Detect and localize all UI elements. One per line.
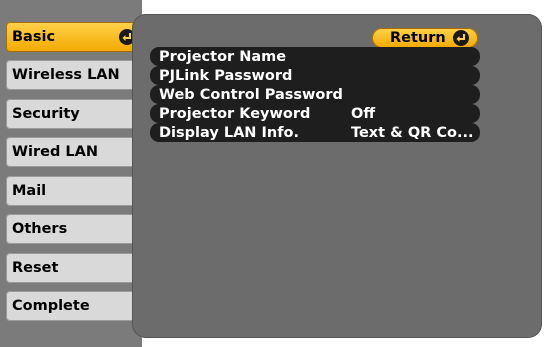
settings-sidebar: Basic Wireless LAN Security Wired LAN Ma… bbox=[0, 0, 142, 347]
menu-item-projector-name[interactable]: Projector Name bbox=[150, 47, 480, 66]
menu-item-projector-keyword[interactable]: Projector Keyword Off bbox=[150, 104, 480, 123]
sidebar-item-label: Basic bbox=[12, 29, 56, 45]
menu-item-label: PJLink Password bbox=[159, 67, 293, 84]
return-button[interactable]: Return bbox=[372, 28, 478, 48]
sidebar-item-complete[interactable]: Complete bbox=[6, 291, 140, 321]
sidebar-item-label: Wired LAN bbox=[12, 144, 98, 160]
sidebar-item-others[interactable]: Others bbox=[6, 214, 140, 244]
sidebar-item-mail[interactable]: Mail bbox=[6, 176, 140, 206]
sidebar-item-label: Reset bbox=[12, 260, 59, 276]
sidebar-item-wired-lan[interactable]: Wired LAN bbox=[6, 137, 140, 167]
menu-item-pjlink-password[interactable]: PJLink Password bbox=[150, 66, 480, 85]
menu-item-display-lan-info[interactable]: Display LAN Info. Text & QR Co... bbox=[150, 123, 480, 142]
sidebar-item-label: Complete bbox=[12, 298, 90, 314]
sidebar-item-wireless-lan[interactable]: Wireless LAN bbox=[6, 60, 140, 90]
menu-item-label: Projector Keyword bbox=[159, 105, 311, 122]
return-button-label: Return bbox=[390, 30, 446, 46]
sidebar-item-label: Security bbox=[12, 106, 80, 122]
menu-item-label: Projector Name bbox=[159, 48, 287, 65]
sidebar-item-reset[interactable]: Reset bbox=[6, 253, 140, 283]
menu-item-value: Text & QR Co... bbox=[351, 124, 474, 141]
menu-item-label: Display LAN Info. bbox=[159, 124, 299, 141]
menu-item-value: Off bbox=[351, 105, 376, 122]
sidebar-item-label: Mail bbox=[12, 183, 47, 199]
sidebar-item-label: Wireless LAN bbox=[12, 67, 120, 83]
menu-item-label: Web Control Password bbox=[159, 86, 343, 103]
sidebar-item-security[interactable]: Security bbox=[6, 99, 140, 129]
sidebar-item-label: Others bbox=[12, 221, 68, 237]
menu-item-web-control-password[interactable]: Web Control Password bbox=[150, 85, 480, 104]
sidebar-item-basic[interactable]: Basic bbox=[6, 22, 140, 52]
enter-icon bbox=[453, 30, 469, 46]
